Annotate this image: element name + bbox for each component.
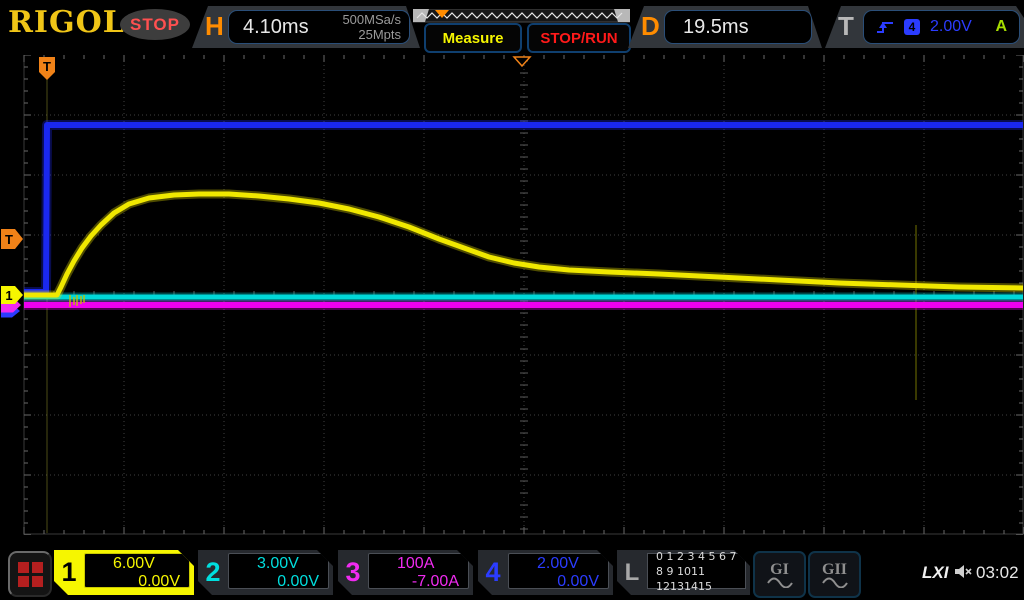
generator-1-button[interactable]: GI — [753, 551, 806, 598]
trigger-mode: A — [995, 18, 1007, 35]
measure-button[interactable]: Measure — [424, 23, 522, 53]
trigger-source-badge: 4 — [904, 19, 920, 35]
svg-text:T: T — [43, 59, 51, 74]
clock: 03:02 — [976, 563, 1019, 582]
stop-run-button[interactable]: STOP/RUN — [527, 23, 631, 53]
delay-label: D — [641, 11, 660, 41]
channel-1-box[interactable]: 1 6.00V 0.00V — [54, 550, 194, 595]
trigger-panel[interactable]: T 4 2.00V A — [825, 6, 1024, 48]
channel-3-box[interactable]: 3 100A -7.00A — [338, 550, 473, 595]
channel-3-number: 3 — [345, 557, 361, 587]
channel-1-number: 1 — [61, 557, 77, 587]
trigger-label: T — [838, 11, 854, 41]
menu-button[interactable] — [8, 551, 52, 597]
menu-grid-icon — [17, 561, 43, 587]
logic-channels-box[interactable]: L 0 1 2 3 4 5 6 7 8 9 1011 12131415 — [617, 550, 750, 595]
svg-text:1: 1 — [5, 288, 12, 303]
channel-3-offset: -7.00A — [411, 573, 459, 590]
channel-4-offset: 0.00V — [557, 573, 599, 590]
waveform-display[interactable]: T 1 T — [0, 55, 1024, 535]
trigger-slope-icon — [876, 20, 894, 35]
channel-2-offset: 0.00V — [277, 573, 319, 590]
channel-1-scale: 6.00V — [113, 555, 155, 572]
oscilloscope-screen: RIGOL STOP H 4.10ms 500MSa/s 25Mpts Measu… — [0, 0, 1024, 600]
channel-2-box[interactable]: 2 3.00V 0.00V — [198, 550, 333, 595]
channel-2-scale: 3.00V — [257, 555, 299, 572]
trigger-level-value: 2.00V — [930, 18, 972, 35]
logic-label: L — [624, 558, 640, 586]
channel-4-scale: 2.00V — [537, 555, 579, 572]
horizontal-panel[interactable]: H 4.10ms 500MSa/s 25Mpts — [192, 6, 420, 48]
svg-text:T: T — [5, 232, 13, 247]
channel-2-number: 2 — [205, 557, 221, 587]
horizontal-label: H — [205, 11, 224, 41]
generator-2-button[interactable]: GII — [808, 551, 861, 598]
channel-4-box[interactable]: 4 2.00V 0.00V — [478, 550, 613, 595]
sample-rate-readout: 500MSa/s 25Mpts — [342, 12, 401, 42]
rigol-logo: RIGOL — [8, 5, 125, 40]
channel-1-offset: 0.00V — [138, 573, 180, 590]
logic-channel-list: 0 1 2 3 4 5 6 7 8 9 1011 12131415 — [647, 553, 746, 589]
record-position-bar[interactable] — [413, 9, 630, 23]
lxi-logo: LXI — [922, 563, 949, 582]
channel-4-number: 4 — [485, 557, 501, 587]
sine-wave-icon — [766, 577, 793, 588]
delay-panel[interactable]: D 19.5ms — [628, 6, 822, 48]
timebase-value: 4.10ms — [243, 15, 309, 38]
speaker-muted-icon — [955, 565, 972, 578]
sine-wave-icon — [821, 577, 848, 588]
run-state-badge: STOP — [120, 9, 190, 40]
delay-value: 19.5ms — [683, 15, 749, 38]
channel-3-scale: 100A — [397, 555, 435, 572]
